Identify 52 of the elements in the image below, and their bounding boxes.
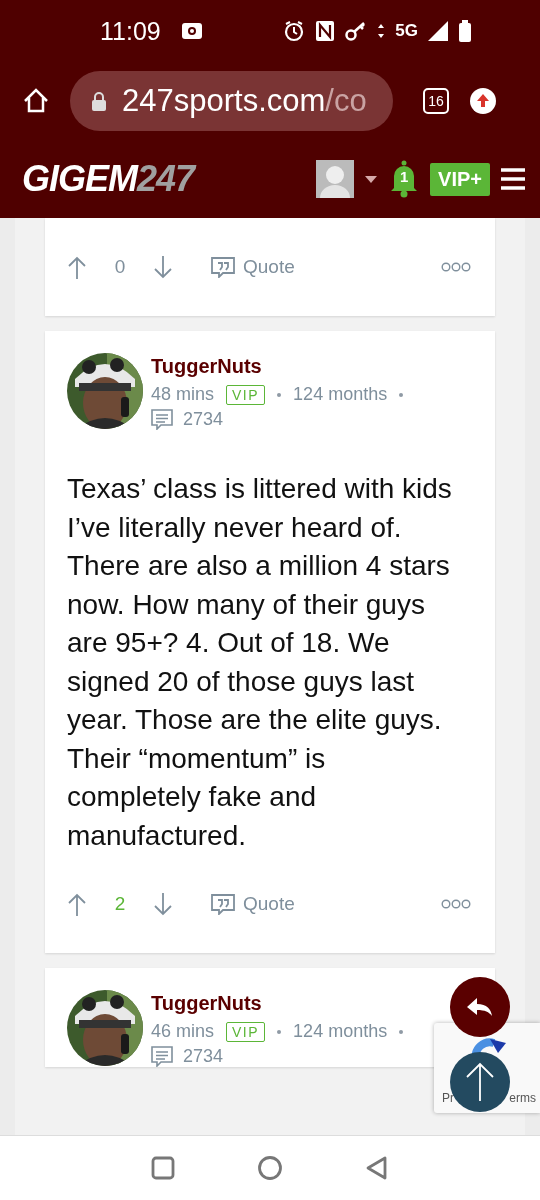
quote-icon [211,893,235,915]
upvote-icon[interactable] [67,891,87,917]
upvote-icon[interactable] [67,254,87,280]
more-options-icon[interactable] [441,262,471,272]
member-tenure: 124 months [293,1021,388,1042]
notification-count: 1 [398,168,410,185]
comment-icon [151,1046,173,1067]
lock-icon [90,91,108,111]
author-name[interactable]: TuggerNuts [151,355,262,378]
site-logo[interactable]: GIGEM247 [22,158,195,200]
nfc-icon [315,20,336,42]
back-icon[interactable] [364,1156,389,1180]
vip-badge: VIP [226,1021,266,1042]
record-icon [180,21,203,41]
more-options-icon[interactable] [441,899,471,909]
post-text: Texas’ class is littered with kids I’ve literally never heard of. There are also a million 4 stars now. How many of their guys are 95+? 4. Out of 18. We signed 20 of those guys last year. Those are the elite guys. Their “momentum” is completely fake and manufactured. [66,472,453,853]
clock-time: 11:09 [100,16,161,46]
terms-link[interactable]: erms [509,1091,536,1105]
address-bar[interactable]: 247sports.com/co [70,71,393,131]
url-text: 247sports.com/co [122,83,367,119]
menu-icon[interactable] [500,167,526,191]
upload-icon[interactable] [469,87,497,115]
signal-icon [428,20,448,42]
downvote-icon[interactable] [153,254,173,280]
member-tenure: 124 months [293,384,388,405]
arrow-up-icon [464,1061,496,1103]
battery-icon [458,20,472,42]
alarm-icon [283,20,306,42]
separator-dot [277,392,282,397]
separator-dot [277,1029,282,1034]
dropdown-caret-icon[interactable] [364,174,379,184]
avatar-icon[interactable] [316,160,355,198]
comment-icon [151,409,173,430]
vote-score: 0 [113,256,127,278]
post-count: 2734 [183,1046,224,1067]
vip-badge: VIP [226,384,266,405]
author-name[interactable]: TuggerNuts [151,992,262,1015]
recents-icon[interactable] [151,1156,176,1180]
downvote-icon[interactable] [153,891,173,917]
quote-icon [211,256,235,278]
post-count: 2734 [183,409,224,430]
post-time: 46 mins [151,1021,215,1042]
tab-count-button[interactable]: 16 [423,88,449,114]
vote-score: 2 [113,893,127,915]
data-arrows-icon [377,22,386,40]
home-icon[interactable] [22,87,50,115]
separator-dot [399,392,404,397]
reply-icon [465,996,495,1018]
network-type: 5G [395,21,418,41]
separator-dot [399,1029,404,1034]
post-time: 48 mins [151,384,215,405]
privacy-link[interactable]: Pr [442,1091,454,1105]
